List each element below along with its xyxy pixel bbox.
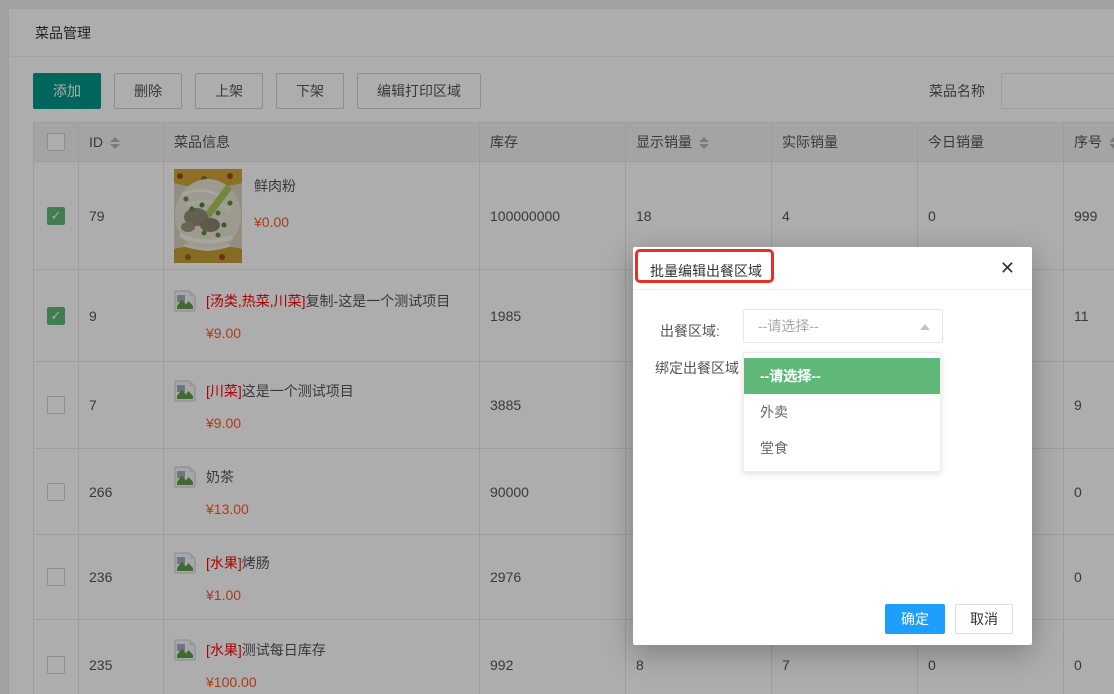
serving-area-label: 出餐区域: (660, 321, 720, 341)
close-icon[interactable]: ✕ (1000, 258, 1015, 278)
serving-area-select[interactable]: --请选择-- (743, 309, 943, 343)
cancel-button[interactable]: 取消 (955, 604, 1013, 634)
select-placeholder: --请选择-- (744, 310, 942, 342)
bind-serving-area-label: 绑定出餐区域 (655, 358, 739, 378)
dropdown-option[interactable]: 堂食 (744, 430, 940, 466)
dialog-footer: 确定 取消 (885, 604, 1013, 634)
chevron-up-icon (920, 324, 930, 330)
serving-area-dropdown: --请选择--外卖堂食 (743, 352, 941, 472)
dialog-title: 批量编辑出餐区域 (650, 261, 762, 281)
dropdown-option[interactable]: 外卖 (744, 394, 940, 430)
confirm-button[interactable]: 确定 (885, 604, 945, 634)
dropdown-option[interactable]: --请选择-- (744, 358, 940, 394)
dialog-header: 批量编辑出餐区域 ✕ (633, 247, 1032, 290)
batch-edit-serving-area-dialog: 批量编辑出餐区域 ✕ 出餐区域: --请选择-- 绑定出餐区域 --请选择--外… (633, 247, 1032, 645)
